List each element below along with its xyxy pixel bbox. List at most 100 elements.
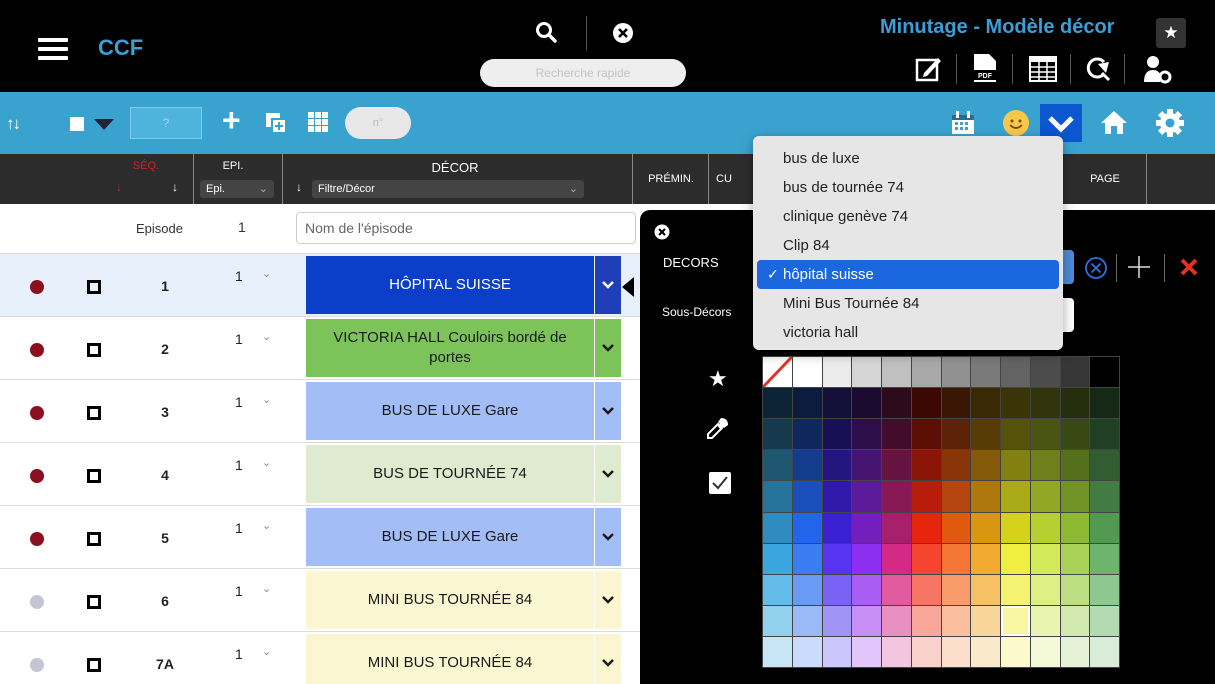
color-swatch[interactable] — [911, 636, 941, 667]
row-checkbox[interactable] — [87, 595, 101, 609]
quick-search-input[interactable] — [480, 59, 686, 87]
no-color-swatch[interactable] — [763, 357, 792, 388]
dropdown-option[interactable]: ✓ hôpital suisse — [757, 260, 1059, 289]
episode-name-input[interactable]: Nom de l'épisode — [296, 212, 636, 244]
color-swatch[interactable] — [971, 388, 1000, 419]
episode-number[interactable]: 1 — [235, 520, 243, 536]
color-swatch[interactable] — [763, 512, 792, 543]
grid-view-icon[interactable] — [308, 112, 328, 132]
delete-decor-icon[interactable] — [1178, 256, 1200, 278]
chevron-down-icon[interactable]: ⌄ — [262, 519, 271, 532]
color-swatch[interactable] — [852, 419, 881, 450]
decor-cell[interactable]: BUS DE TOURNÉE 74 — [306, 445, 594, 503]
color-swatch[interactable] — [1030, 605, 1060, 636]
color-swatch[interactable] — [792, 512, 822, 543]
color-swatch[interactable] — [1060, 388, 1090, 419]
decor-cell[interactable]: HÔPITAL SUISSE — [306, 256, 594, 314]
color-swatch[interactable] — [911, 388, 941, 419]
decor-dropdown-button[interactable] — [595, 256, 621, 314]
table-row[interactable]: 2 1 ⌄ VICTORIA HALL Couloirs bordé de porte… — [0, 317, 640, 380]
sort-arrows-icon[interactable]: ↑↓ — [6, 114, 21, 134]
jump-input[interactable]: ? — [130, 107, 202, 139]
color-swatch[interactable] — [852, 357, 881, 388]
color-swatch[interactable] — [822, 636, 852, 667]
color-swatch[interactable] — [1060, 481, 1090, 512]
color-swatch[interactable] — [1090, 419, 1119, 450]
search-icon[interactable] — [534, 20, 558, 44]
color-swatch[interactable] — [822, 357, 852, 388]
color-swatch[interactable] — [941, 605, 971, 636]
color-swatch[interactable] — [822, 450, 852, 481]
color-swatch[interactable] — [792, 574, 822, 605]
sort-arrow-icon[interactable]: ↓ — [172, 180, 178, 194]
color-swatch[interactable] — [1001, 388, 1030, 419]
color-swatch[interactable] — [1090, 543, 1119, 574]
color-swatch[interactable] — [1030, 574, 1060, 605]
table-view-icon[interactable] — [1028, 52, 1058, 84]
color-swatch[interactable] — [822, 419, 852, 450]
episode-number[interactable]: 1 — [235, 583, 243, 599]
color-swatch[interactable] — [852, 636, 881, 667]
color-swatch[interactable] — [882, 574, 911, 605]
color-swatch[interactable] — [941, 419, 971, 450]
episode-number[interactable]: 1 — [235, 457, 243, 473]
dropdown-option[interactable]: Mini Bus Tournée 84 — [753, 289, 1063, 318]
color-swatch[interactable] — [1090, 605, 1119, 636]
chevron-down-icon[interactable]: ⌄ — [262, 456, 271, 469]
favorite-star-icon[interactable]: ★ — [1156, 18, 1186, 48]
gear-icon[interactable] — [1155, 108, 1185, 138]
chevron-down-icon[interactable]: ⌄ — [262, 645, 271, 658]
color-swatch[interactable] — [822, 481, 852, 512]
table-row[interactable]: 6 1 ⌄ MINI BUS TOURNÉE 84 — [0, 569, 640, 632]
color-swatch[interactable] — [911, 357, 941, 388]
color-swatch[interactable] — [1060, 450, 1090, 481]
color-swatch[interactable] — [911, 543, 941, 574]
color-swatch[interactable] — [1030, 357, 1060, 388]
color-swatch[interactable] — [852, 512, 881, 543]
table-row[interactable]: 5 1 ⌄ BUS DE LUXE Gare — [0, 506, 640, 569]
episode-number[interactable]: 1 — [235, 394, 243, 410]
color-swatch[interactable] — [852, 574, 881, 605]
decor-filter-select[interactable]: Filtre/Décor ⌄ — [312, 180, 584, 198]
chevron-down-icon[interactable] — [94, 119, 114, 130]
color-swatch[interactable] — [1001, 543, 1030, 574]
color-swatch[interactable] — [1090, 450, 1119, 481]
decor-cell[interactable]: MINI BUS TOURNÉE 84 — [306, 634, 594, 684]
color-swatch[interactable] — [1001, 481, 1030, 512]
row-checkbox[interactable] — [87, 343, 101, 357]
color-swatch[interactable] — [792, 481, 822, 512]
color-swatch[interactable] — [1030, 543, 1060, 574]
color-swatch[interactable] — [1001, 450, 1030, 481]
color-swatch[interactable] — [941, 388, 971, 419]
color-swatch[interactable] — [941, 543, 971, 574]
row-checkbox[interactable] — [87, 658, 101, 672]
color-swatch[interactable] — [792, 605, 822, 636]
episode-number[interactable]: 1 — [235, 331, 243, 347]
color-swatch[interactable] — [911, 419, 941, 450]
color-swatch[interactable] — [941, 481, 971, 512]
color-swatch[interactable] — [1090, 574, 1119, 605]
color-swatch[interactable] — [763, 636, 792, 667]
decor-dropdown-button[interactable] — [595, 571, 621, 629]
color-swatch[interactable] — [941, 512, 971, 543]
epi-filter-select[interactable]: Epi. ⌄ — [200, 180, 274, 198]
pdf-icon[interactable]: PDF — [970, 52, 1000, 84]
color-swatch[interactable] — [852, 481, 881, 512]
color-swatch[interactable] — [852, 388, 881, 419]
color-swatch[interactable] — [763, 481, 792, 512]
color-swatch[interactable] — [882, 357, 911, 388]
color-swatch[interactable] — [852, 605, 881, 636]
episode-number[interactable]: 1 — [235, 646, 243, 662]
table-row[interactable]: 4 1 ⌄ BUS DE TOURNÉE 74 — [0, 443, 640, 506]
clear-decor-icon[interactable] — [1084, 256, 1108, 280]
color-swatch[interactable] — [971, 574, 1000, 605]
edit-icon[interactable] — [914, 52, 944, 84]
add-icon[interactable]: + — [222, 104, 241, 136]
color-swatch[interactable] — [1001, 574, 1030, 605]
user-settings-icon[interactable] — [1142, 52, 1172, 84]
row-checkbox[interactable] — [87, 280, 101, 294]
row-checkbox[interactable] — [87, 532, 101, 546]
color-swatch[interactable] — [971, 543, 1000, 574]
column-seq-label[interactable]: SÉQ. — [126, 160, 166, 172]
color-swatch[interactable] — [822, 388, 852, 419]
